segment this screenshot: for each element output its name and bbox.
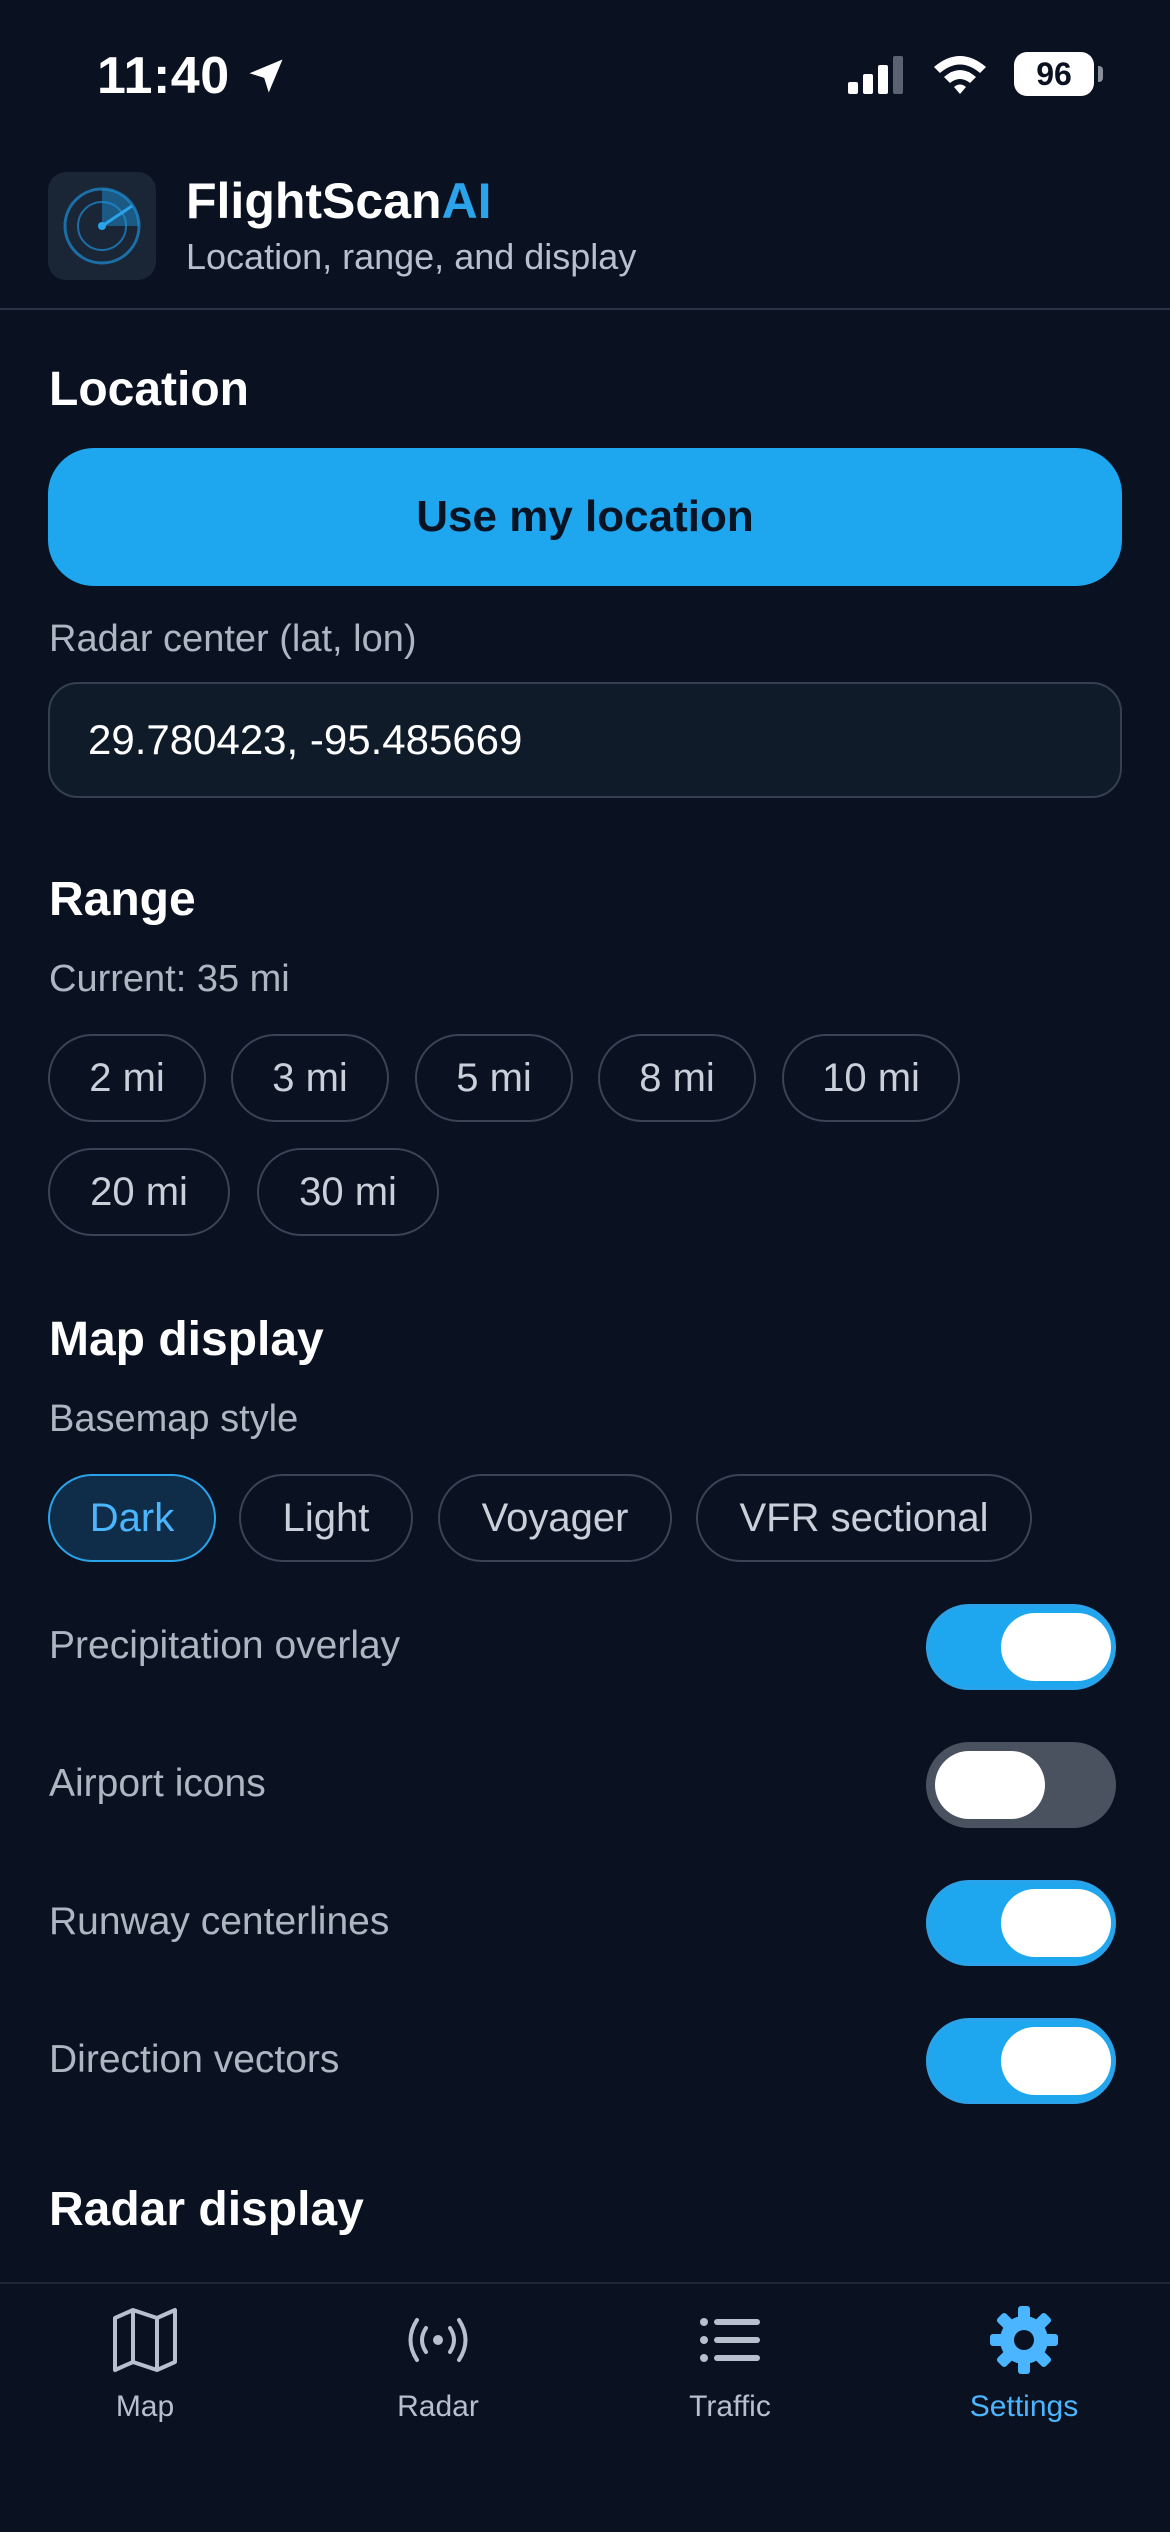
range-chip-20mi[interactable]: 20 mi bbox=[48, 1148, 230, 1236]
range-chip-10mi[interactable]: 10 mi bbox=[782, 1034, 960, 1122]
tab-bar: Map Radar Traffic Settings bbox=[0, 2282, 1170, 2532]
basemap-chip-voyager[interactable]: Voyager bbox=[438, 1474, 672, 1562]
list-icon bbox=[700, 2318, 760, 2362]
precipitation-overlay-toggle[interactable] bbox=[926, 1604, 1116, 1690]
tab-traffic[interactable]: Traffic bbox=[630, 2302, 830, 2432]
settings-screen: 11:40 96 FlightScanAI Location, range, a… bbox=[0, 0, 1170, 2532]
app-title-accent: AI bbox=[441, 173, 492, 229]
airport-icons-row: Airport icons bbox=[0, 1742, 1170, 1832]
basemap-style-label: Basemap style bbox=[49, 1398, 299, 1440]
basemap-chip-dark[interactable]: Dark bbox=[48, 1474, 216, 1562]
radar-center-label: Radar center (lat, lon) bbox=[49, 618, 417, 660]
airport-icons-toggle[interactable] bbox=[926, 1742, 1116, 1828]
direction-vectors-label: Direction vectors bbox=[49, 2038, 340, 2081]
direction-vectors-toggle[interactable] bbox=[926, 2018, 1116, 2104]
app-subtitle: Location, range, and display bbox=[186, 236, 637, 277]
range-chip-8mi[interactable]: 8 mi bbox=[598, 1034, 756, 1122]
tab-traffic-label: Traffic bbox=[689, 2390, 771, 2423]
basemap-chip-light[interactable]: Light bbox=[239, 1474, 413, 1562]
gear-icon bbox=[990, 2306, 1058, 2374]
runway-centerlines-row: Runway centerlines bbox=[0, 1880, 1170, 1970]
tab-settings[interactable]: Settings bbox=[924, 2302, 1124, 2432]
tab-radar-label: Radar bbox=[397, 2390, 479, 2423]
airport-icons-label: Airport icons bbox=[49, 1762, 266, 1805]
use-my-location-button[interactable]: Use my location bbox=[48, 448, 1122, 586]
toggle-knob bbox=[1001, 1889, 1111, 1957]
location-section-title: Location bbox=[49, 363, 249, 416]
radar-logo-icon bbox=[63, 187, 141, 265]
toggle-knob bbox=[1001, 2027, 1111, 2095]
range-chip-2mi[interactable]: 2 mi bbox=[48, 1034, 206, 1122]
precipitation-overlay-label: Precipitation overlay bbox=[49, 1624, 401, 1667]
location-arrow-icon bbox=[249, 59, 283, 93]
runway-centerlines-label: Runway centerlines bbox=[49, 1900, 390, 1943]
precipitation-overlay-row: Precipitation overlay bbox=[0, 1604, 1170, 1694]
wifi-icon bbox=[934, 56, 986, 94]
status-right: 96 bbox=[848, 52, 1103, 96]
status-time: 11:40 bbox=[97, 46, 288, 106]
range-chip-3mi[interactable]: 3 mi bbox=[231, 1034, 389, 1122]
direction-vectors-row: Direction vectors bbox=[0, 2018, 1170, 2108]
radar-display-section-title: Radar display bbox=[49, 2183, 364, 2236]
tab-map[interactable]: Map bbox=[45, 2302, 245, 2432]
battery-indicator: 96 bbox=[1014, 52, 1103, 96]
tab-radar[interactable]: Radar bbox=[338, 2302, 538, 2432]
range-current-text: Current: 35 mi bbox=[49, 958, 290, 1000]
radar-icon bbox=[408, 2318, 468, 2362]
runway-centerlines-toggle[interactable] bbox=[926, 1880, 1116, 1966]
tab-map-label: Map bbox=[115, 2390, 175, 2423]
basemap-chip-vfr-sectional[interactable]: VFR sectional bbox=[696, 1474, 1032, 1562]
map-display-section-title: Map display bbox=[49, 1313, 324, 1366]
toggle-knob bbox=[935, 1751, 1045, 1819]
status-bar: 11:40 96 bbox=[0, 0, 1170, 150]
app-header: FlightScanAI Location, range, and displa… bbox=[0, 150, 1170, 310]
tab-settings-label: Settings bbox=[969, 2390, 1079, 2423]
status-time-text: 11:40 bbox=[97, 47, 230, 105]
range-chip-5mi[interactable]: 5 mi bbox=[415, 1034, 573, 1122]
app-title: FlightScanAI bbox=[186, 172, 492, 230]
app-logo bbox=[48, 172, 156, 280]
range-section-title: Range bbox=[49, 873, 196, 926]
app-title-main: FlightScan bbox=[186, 173, 442, 229]
radar-center-input[interactable]: 29.780423, -95.485669 bbox=[48, 682, 1122, 798]
toggle-knob bbox=[1001, 1613, 1111, 1681]
range-chip-30mi[interactable]: 30 mi bbox=[257, 1148, 439, 1236]
cellular-signal-icon bbox=[848, 56, 903, 94]
battery-level: 96 bbox=[1036, 55, 1072, 92]
map-icon bbox=[113, 2308, 177, 2372]
